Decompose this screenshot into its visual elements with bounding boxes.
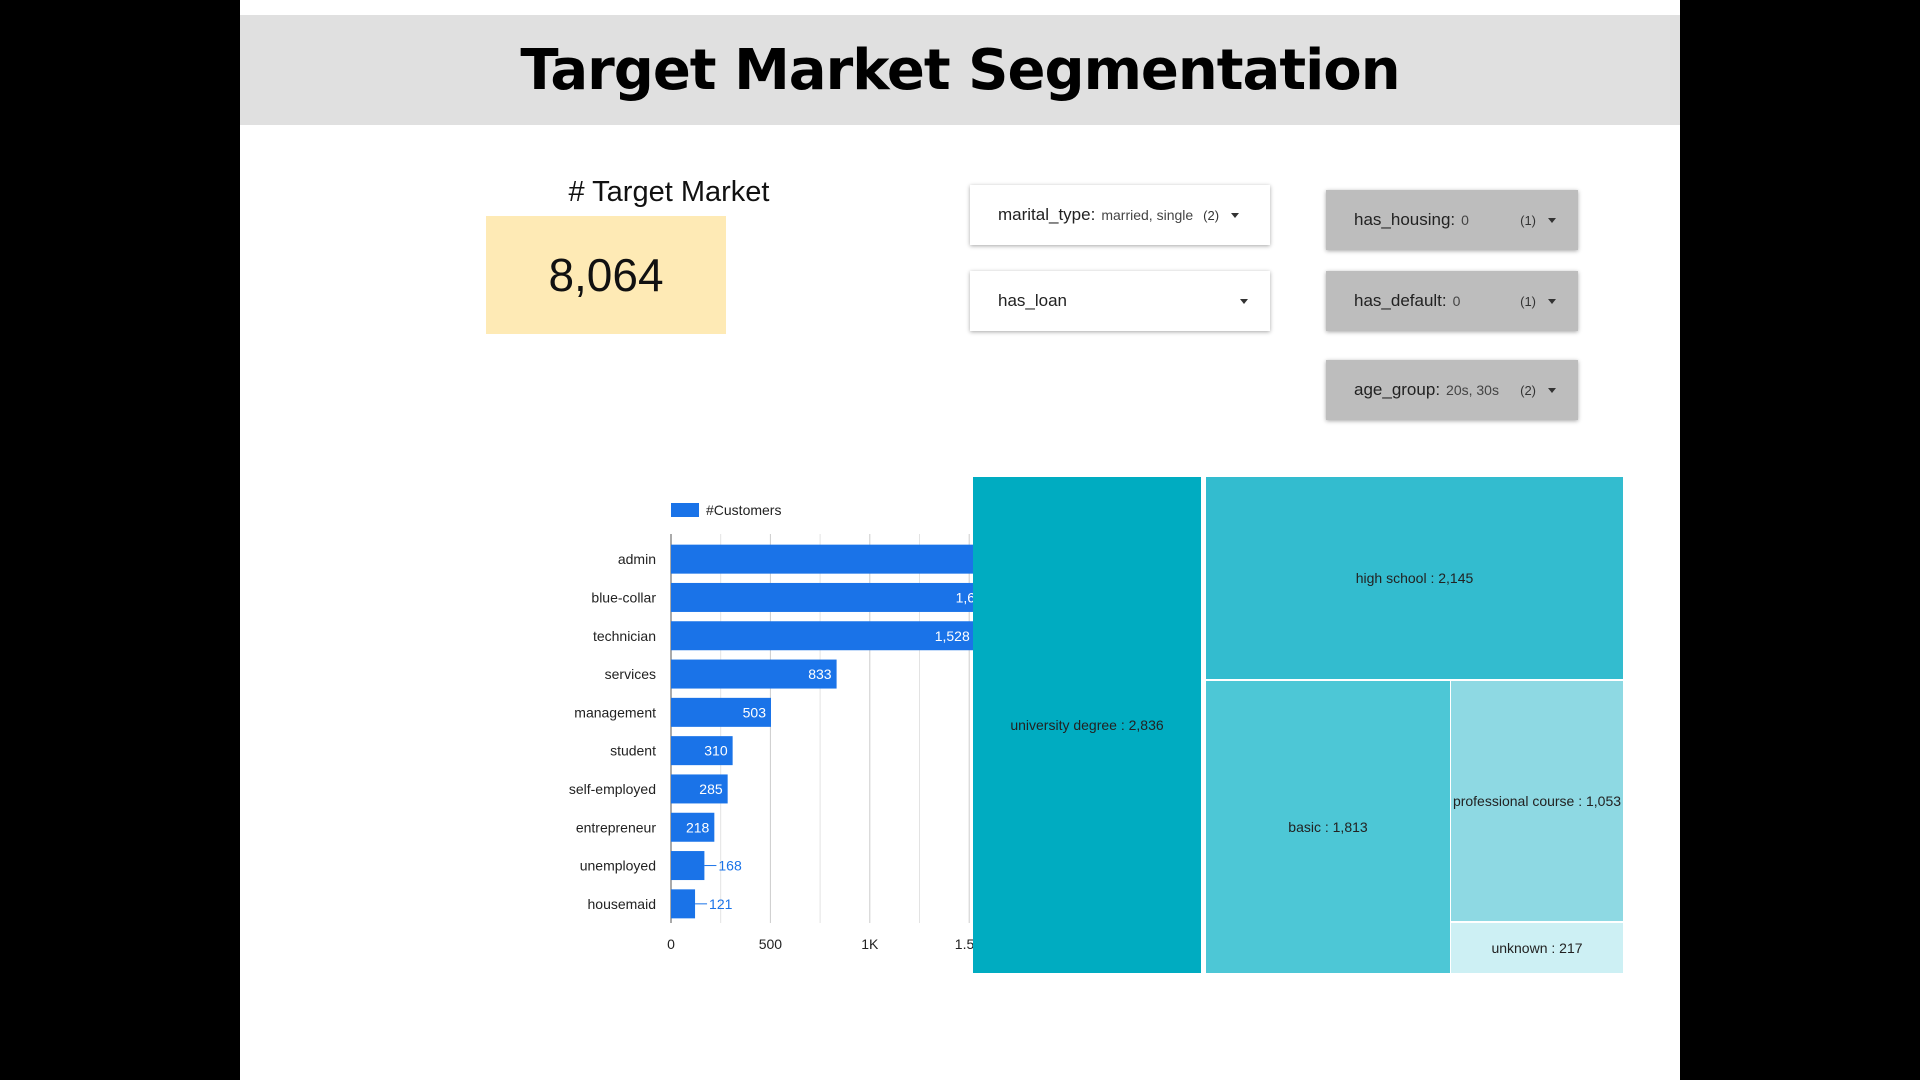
filter-has-default[interactable]: has_default: 0 (1): [1326, 271, 1578, 331]
chevron-down-icon: [1231, 212, 1240, 218]
filter-name: has_default: [1354, 291, 1442, 310]
bar: [671, 621, 975, 651]
bar-value-label: 121: [709, 896, 733, 912]
filter-count: (1): [1520, 293, 1536, 309]
treemap-tile-high-school[interactable]: high school : 2,145: [1206, 477, 1623, 679]
y-tick-label: services: [605, 666, 656, 682]
kpi-value: 8,064: [548, 249, 664, 301]
y-tick-label: student: [610, 743, 656, 759]
filter-has-loan[interactable]: has_loan: [970, 271, 1270, 331]
filter-value: 20s, 30s: [1446, 382, 1499, 398]
chevron-down-icon: [1548, 298, 1556, 304]
filter-has-housing[interactable]: has_housing: 0 (1): [1326, 190, 1578, 250]
bar-value-label: 168: [718, 858, 742, 874]
tile-label: basic : 1,813: [1288, 819, 1368, 835]
bar-value-label: 1,528: [935, 628, 970, 644]
treemap-tile-unknown[interactable]: unknown : 217: [1451, 923, 1623, 973]
x-tick-label: 500: [759, 936, 783, 950]
chevron-down-icon: [1240, 298, 1248, 304]
y-tick-label: blue-collar: [591, 589, 656, 605]
dashboard-canvas: Target Market Segmentation # Target Mark…: [240, 0, 1680, 1080]
filter-name: has_housing: [1354, 210, 1451, 229]
bar-value-label: 285: [699, 781, 723, 797]
treemap-tile-professional-course[interactable]: professional course : 1,053: [1451, 681, 1623, 921]
header-bar: Target Market Segmentation: [240, 15, 1680, 125]
bar-value-label: 833: [808, 666, 832, 682]
y-tick-label: self-employed: [569, 781, 656, 797]
filter-count: (2): [1520, 382, 1536, 398]
filter-age-group[interactable]: age_group: 20s, 30s (2): [1326, 360, 1578, 420]
kpi-scorecard: 8,064: [486, 216, 726, 334]
treemap-tile-basic[interactable]: basic : 1,813: [1206, 681, 1450, 973]
tile-label: university degree : 2,836: [1010, 717, 1164, 733]
filter-name: has_loan: [998, 291, 1068, 310]
chevron-down-icon: [1548, 217, 1556, 223]
page-title: Target Market Segmentation: [520, 37, 1400, 103]
filter-value: 0: [1452, 293, 1461, 309]
treemap-education: university degree : 2,836 high school : …: [973, 477, 1623, 973]
filter-colon: :: [1435, 380, 1441, 399]
filter-colon: :: [1441, 291, 1447, 310]
filter-value: 0: [1461, 212, 1469, 228]
filter-name: marital_type: [998, 205, 1091, 224]
chevron-down-icon: [1548, 387, 1556, 393]
bar-value-label: 218: [686, 819, 710, 835]
x-tick-label: 0: [667, 936, 675, 950]
bar: [671, 582, 996, 612]
treemap-tile-university-degree[interactable]: university degree : 2,836: [973, 477, 1201, 973]
filter-marital-type[interactable]: marital_type: married, single (2): [970, 185, 1270, 245]
tile-label: professional course : 1,053: [1452, 793, 1622, 809]
filter-value: married, single: [1101, 207, 1194, 223]
y-tick-label: technician: [593, 628, 656, 644]
legend-label: #Customers: [706, 502, 781, 518]
bar: [671, 889, 696, 919]
filter-colon: :: [1450, 210, 1456, 229]
y-tick-label: housemaid: [588, 896, 657, 912]
bar-value-label: 310: [704, 743, 728, 759]
bar: [671, 851, 705, 881]
filter-count: (2): [1203, 207, 1220, 223]
kpi-label: # Target Market: [568, 176, 770, 208]
tile-label: unknown : 217: [1491, 940, 1583, 956]
y-tick-label: entrepreneur: [576, 819, 657, 835]
x-tick-label: 1K: [861, 936, 879, 950]
y-tick-label: admin: [618, 551, 656, 567]
filter-colon: :: [1090, 205, 1096, 224]
y-tick-label: unemployed: [580, 858, 656, 874]
y-tick-label: management: [574, 704, 656, 720]
bar-value-label: 503: [743, 704, 767, 720]
legend-swatch: [671, 503, 699, 517]
tile-label: high school : 2,145: [1355, 570, 1474, 586]
filter-count: (1): [1520, 212, 1536, 228]
filter-name: age_group: [1354, 380, 1436, 399]
